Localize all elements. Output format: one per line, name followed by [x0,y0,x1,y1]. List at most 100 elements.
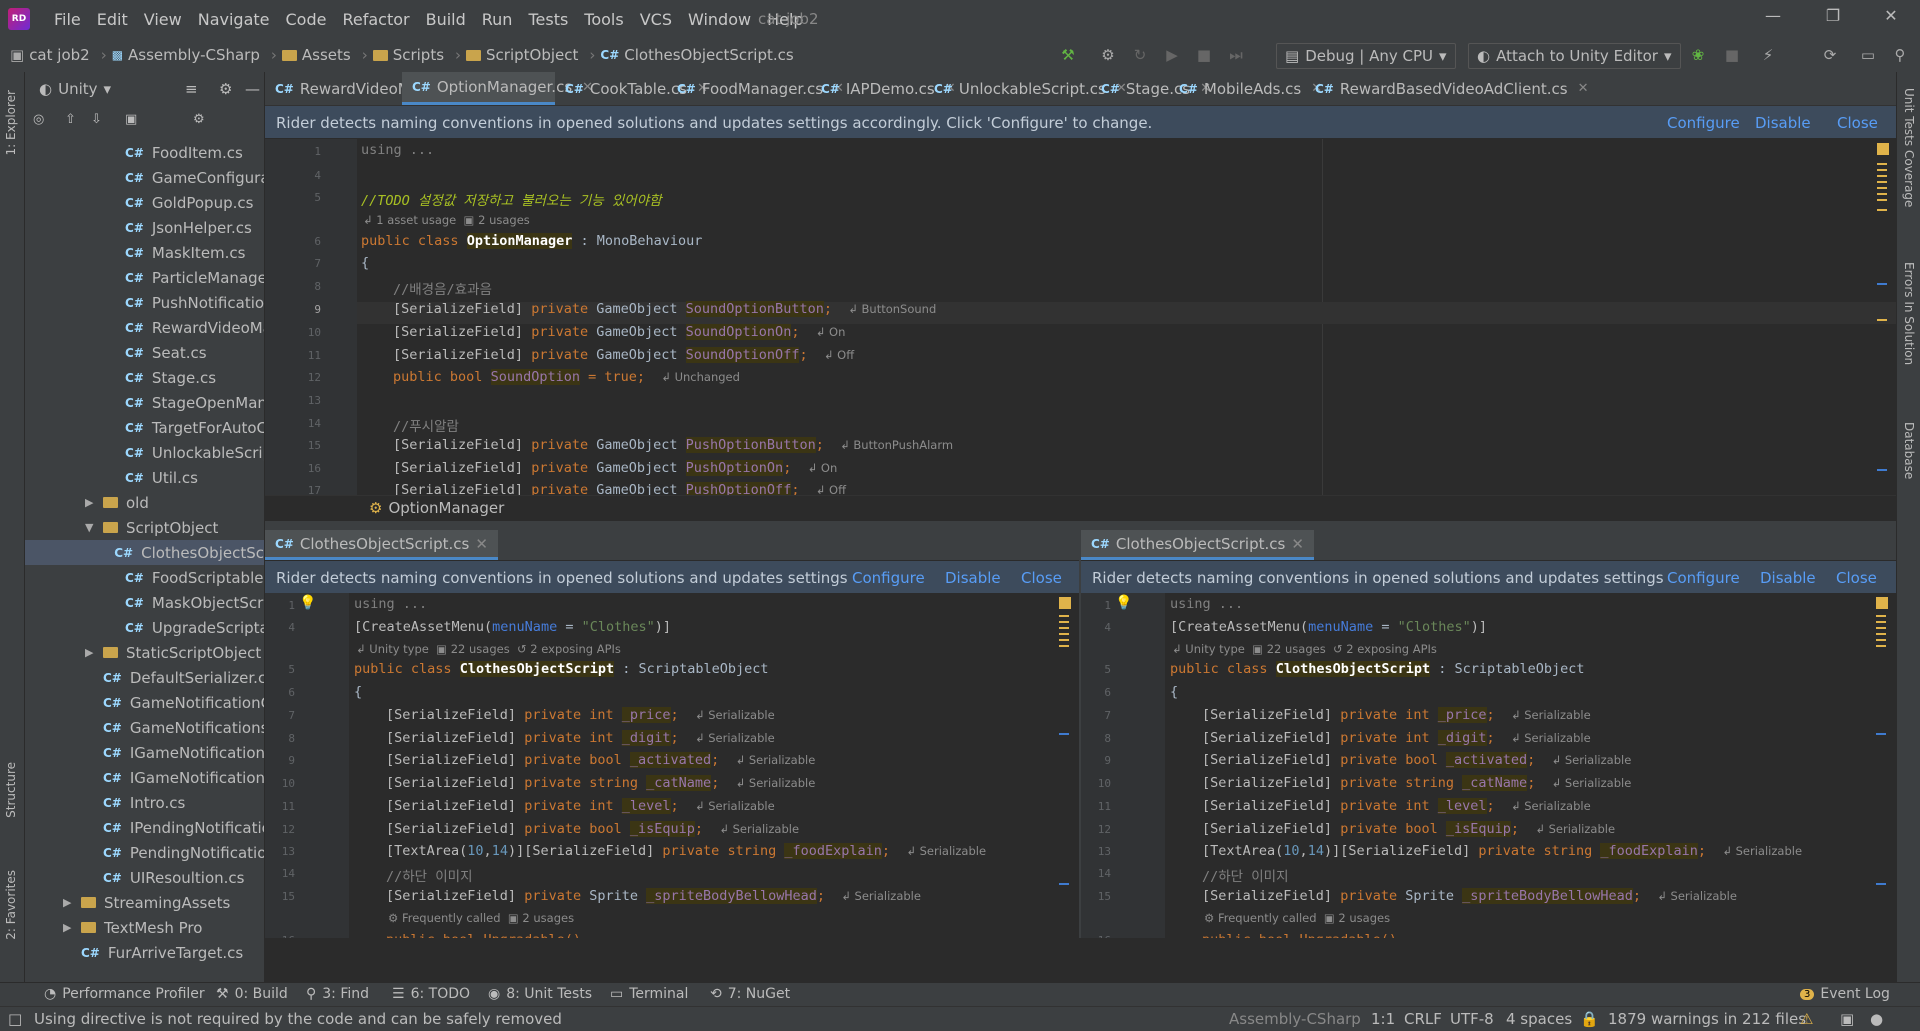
tree-file[interactable]: C# PendingNotification [25,840,264,865]
usages-hint[interactable]: 22 usages [1267,642,1326,656]
unity-binding-hint[interactable]: Off [829,483,846,495]
editor-option-manager[interactable]: 1 using ... 4 5 //TODO 설정값 저장하고 불러오는 기능 … [265,139,1896,495]
close-tab-icon[interactable]: ✕ [1291,535,1304,553]
close-tab-icon[interactable]: ✕ [1578,81,1589,96]
tab-optionmanager[interactable]: C# OptionManager.cs ✕ [402,72,593,105]
database-tool-button[interactable]: Database [1902,422,1916,479]
banner-disable-link[interactable]: Disable [945,569,1001,587]
tab-mobileads[interactable]: C# MobileAds.cs ✕ [1169,72,1322,105]
usages-hint[interactable]: 2 usages [522,911,574,925]
breadcrumb-project[interactable]: Assembly-CSharp [128,46,260,64]
lock-icon[interactable]: 🔒 [1580,1010,1599,1028]
serializable-hint[interactable]: Serializable [1549,822,1615,836]
tree-file[interactable]: C# UIResoultion.cs [25,865,244,890]
settings-gear-icon[interactable]: ⚙ [219,80,232,98]
tool-nuget[interactable]: ⟲ 7: NuGet [710,986,790,1002]
errors-in-solution-tool-button[interactable]: Errors In Solution [1902,262,1916,365]
inspection-status-icon[interactable] [1876,597,1888,609]
breadcrumb-solution[interactable]: cat job2 [29,46,90,64]
warning-icon[interactable]: ⚠ [1800,1010,1813,1028]
lightbulb-icon[interactable]: 💡 [299,595,316,611]
memory-icon[interactable]: ▣ [1840,1010,1854,1028]
split-divider[interactable] [265,521,1896,530]
unity-binding-hint[interactable]: On [821,461,837,475]
tree-file[interactable]: C# RewardVideoMa [25,315,264,340]
status-project[interactable]: Assembly-CSharp [1229,1010,1361,1028]
locate-file-icon[interactable]: ◎ [33,112,44,127]
frequently-called-hint[interactable]: Frequently called [1218,911,1317,925]
tree-file[interactable]: C# TargetForAutoCli [25,415,264,440]
run-icon[interactable]: ▶ [1162,46,1182,64]
serializable-hint[interactable]: Serializable [708,708,774,722]
status-indent[interactable]: 4 spaces [1506,1010,1572,1028]
menu-file[interactable]: File [46,10,89,29]
tree-folder[interactable]: ▶ old [25,490,149,515]
collapse-all-icon[interactable]: ⇩ [91,112,102,127]
menu-edit[interactable]: Edit [89,10,136,29]
serializable-hint[interactable]: Serializable [920,844,986,858]
build-hammer-icon[interactable]: ⚒ [1058,46,1078,64]
serializable-hint[interactable]: Serializable [1524,708,1590,722]
hide-panel-icon[interactable]: — [245,80,260,98]
serializable-hint[interactable]: Serializable [1736,844,1802,858]
tree-file[interactable]: C# ParticleManager. [25,265,264,290]
tree-file[interactable]: C# Seat.cs [25,340,207,365]
menu-code[interactable]: Code [278,10,335,29]
serializable-hint[interactable]: Serializable [1524,731,1590,745]
breadcrumb-assets[interactable]: Assets [302,46,351,64]
search-icon[interactable]: ⚲ [1890,46,1910,64]
menu-window[interactable]: Window [680,10,759,29]
tab-cooktable[interactable]: C# CookTable.cs ✕ [555,72,708,105]
serializable-hint[interactable]: Serializable [1565,776,1631,790]
stop-icon[interactable]: ■ [1194,46,1214,64]
tab-clothes-object-script[interactable]: C# ClothesObjectScript.cs ✕ [265,530,498,560]
tab-rewardvideomanager[interactable]: C#RewardVideoManager.cs✕ [265,72,504,105]
notifications-icon[interactable]: ● [1870,1010,1883,1028]
lightbulb-icon[interactable]: 💡 [1115,595,1132,611]
tool-build[interactable]: ⚒ 0: Build [216,986,288,1002]
class-breadcrumb[interactable]: ⚙ OptionManager [369,499,504,517]
serializable-hint[interactable]: Serializable [749,753,815,767]
menu-view[interactable]: View [136,10,190,29]
explorer-tool-button[interactable]: 1: Explorer [4,90,18,155]
menu-navigate[interactable]: Navigate [190,10,278,29]
expand-all-icon[interactable]: ⇧ [65,112,76,127]
tree-file[interactable]: C# FurArriveTarget.cs [25,940,243,965]
tree-file[interactable]: C# StageOpenMana [25,390,264,415]
using-fold[interactable]: using ... [1170,596,1243,612]
tab-clothes-object-script[interactable]: C# ClothesObjectScript.cs ✕ [1081,530,1314,560]
settings-gear-icon[interactable]: ⚙ [193,112,205,127]
usages-hint[interactable]: 2 usages [478,213,530,227]
structure-tool-button[interactable]: Structure [4,762,18,818]
serializable-hint[interactable]: Serializable [749,776,815,790]
status-encoding[interactable]: UTF-8 [1450,1010,1494,1028]
tab-iapdemo[interactable]: C# IAPDemo.cs ✕ [811,72,956,105]
tool-unit-tests[interactable]: ◉ 8: Unit Tests [488,986,592,1002]
tree-folder[interactable]: ▼ ScriptObject [25,515,218,540]
attach-unity-dropdown[interactable]: ◐ Attach to Unity Editor ▾ [1468,43,1681,69]
menu-refactor[interactable]: Refactor [334,10,417,29]
tree-file[interactable]: C# GameConfigurat [25,165,264,190]
unity-type-hint[interactable]: Unity type [1185,642,1245,656]
expanded-arrow-icon[interactable]: ▼ [85,521,95,534]
frequently-called-hint[interactable]: Frequently called [402,911,501,925]
unity-type-hint[interactable]: Unity type [369,642,429,656]
inspection-status-icon[interactable] [1877,143,1889,155]
banner-configure-link[interactable]: Configure [852,569,925,587]
breadcrumb-file[interactable]: ClothesObjectScript.cs [624,46,793,64]
tool-profiler[interactable]: ◔ Performance Profiler [44,986,205,1002]
explorer-view-selector[interactable]: Unity [58,80,97,98]
menu-tools[interactable]: Tools [576,10,631,29]
breadcrumb-scripts[interactable]: Scripts [393,46,444,64]
collapse-all-icon[interactable]: ≡ [185,80,198,98]
tab-rewardbasedvideoadclient[interactable]: C# RewardBasedVideoAdClient.cs ✕ [1305,72,1589,105]
serializable-hint[interactable]: Serializable [708,799,774,813]
minimize-icon[interactable]: — [1758,6,1788,30]
tab-stage[interactable]: C# Stage.cs ✕ [1091,72,1211,105]
serializable-hint[interactable]: Serializable [708,731,774,745]
tab-unlockablescript[interactable]: C# UnlockableScript.cs ✕ [924,72,1127,105]
tree-file[interactable]: C# FoodScriptableO [25,565,264,590]
banner-disable-link[interactable]: Disable [1760,569,1816,587]
tool-todo[interactable]: ☰ 6: TODO [392,986,470,1002]
usages-hint[interactable]: 2 usages [1338,911,1390,925]
